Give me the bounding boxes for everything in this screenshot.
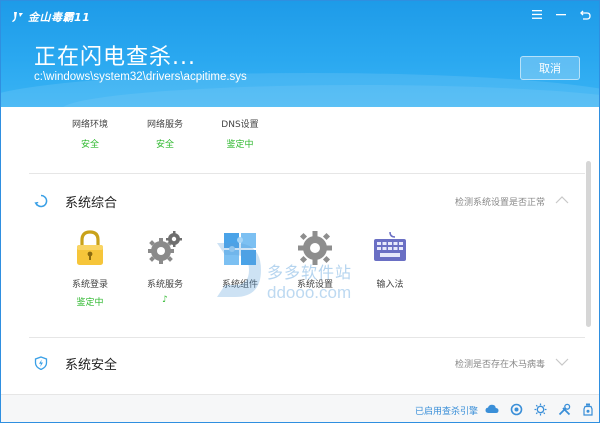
tile-system-login[interactable]: 系统登录 鉴定中	[60, 229, 120, 308]
network-item-label: 网络服务	[146, 120, 183, 130]
app-title: 金山毒霸11	[28, 11, 91, 24]
sun-gear-icon[interactable]	[533, 402, 547, 416]
chevron-down-icon[interactable]	[555, 357, 569, 367]
tile-status: ♪	[162, 295, 168, 305]
scan-header: 金山毒霸11 正在闪电查杀... c:\windows\system32\dri…	[1, 1, 599, 107]
tile-label: 系统组件	[221, 280, 258, 290]
tile-status: 鉴定中	[76, 298, 104, 308]
tile-input-method[interactable]: 输入法	[360, 229, 420, 295]
cancel-button[interactable]: 取消	[520, 56, 580, 80]
menu-icon[interactable]	[531, 8, 543, 20]
minimize-icon[interactable]	[555, 8, 567, 20]
scan-title: 正在闪电查杀...	[34, 45, 196, 70]
network-status-row: 网络环境 安全 网络服务 安全 DNS设置 鉴定中	[1, 117, 599, 157]
tile-label: 系统登录	[71, 280, 108, 290]
scan-path: c:\windows\system32\drivers\acpitime.sys	[34, 71, 247, 83]
tile-system-service[interactable]: 系统服务 ♪	[135, 229, 195, 305]
window-controls	[531, 8, 591, 20]
tile-label: 系统设置	[296, 280, 333, 290]
section-header-comprehensive[interactable]: 系统综合 检测系统设置是否正常	[31, 192, 579, 212]
tile-label: 系统服务	[146, 280, 183, 290]
network-item: 网络环境 安全	[60, 117, 120, 150]
section-divider	[29, 337, 585, 338]
ring-icon[interactable]	[509, 402, 523, 416]
footer-bar: 已启用查杀引擎	[1, 394, 599, 422]
tools-icon[interactable]	[557, 402, 571, 416]
network-item-status: 安全	[155, 140, 174, 150]
engine-link[interactable]: 已启用查杀引擎	[415, 404, 478, 417]
section-title: 系统安全	[65, 358, 118, 373]
network-item-label: 网络环境	[71, 120, 108, 130]
logo-icon	[12, 12, 23, 22]
network-item: 网络服务 安全	[135, 117, 195, 150]
section-header-security[interactable]: 系统安全 检测是否存在木马病毒	[31, 354, 579, 374]
shield-bolt-icon	[34, 356, 48, 370]
app-window: 金山毒霸11 正在闪电查杀... c:\windows\system32\dri…	[0, 0, 600, 423]
gear-icon	[298, 231, 332, 265]
network-item-label: DNS设置	[221, 120, 259, 130]
component-tiles: 系统登录 鉴定中 系统服务 ♪ 系统组件 系统设置 输入法	[1, 229, 599, 319]
gears-icon	[148, 231, 182, 264]
bottle-icon[interactable]	[581, 402, 595, 416]
network-item-status: 安全	[80, 140, 99, 150]
section-description: 检测系统设置是否正常	[454, 198, 545, 208]
section-divider	[29, 173, 585, 174]
chevron-up-icon[interactable]	[555, 195, 569, 205]
scrollbar-thumb[interactable]	[586, 161, 591, 327]
lock-icon	[77, 230, 103, 265]
network-item: DNS设置 鉴定中	[210, 117, 270, 150]
tile-system-component[interactable]: 系统组件	[210, 229, 270, 295]
back-icon[interactable]	[579, 8, 591, 20]
network-item-status: 鉴定中	[226, 140, 254, 150]
tile-label: 输入法	[376, 280, 404, 290]
section-title: 系统综合	[65, 196, 118, 211]
tile-system-settings[interactable]: 系统设置	[285, 229, 345, 295]
section-description: 检测是否存在木马病毒	[454, 360, 545, 370]
app-logo: 金山毒霸11	[11, 9, 90, 25]
footer-tools	[485, 402, 595, 416]
refresh-circle-icon	[34, 194, 48, 208]
puzzle-icon	[224, 233, 256, 265]
cloud-icon[interactable]	[485, 402, 499, 416]
keyboard-icon	[374, 231, 406, 261]
